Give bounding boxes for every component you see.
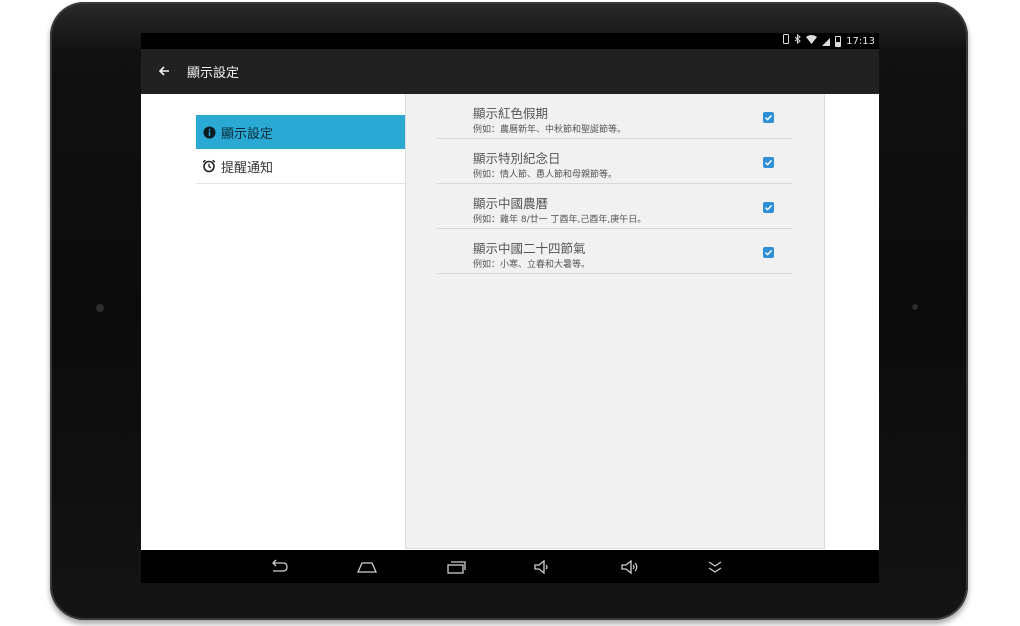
page-title: 顯示設定 bbox=[187, 66, 240, 81]
back-arrow-icon bbox=[158, 66, 169, 76]
pref-title: 顯示中國二十四節氣 bbox=[473, 241, 586, 256]
nav-back-button[interactable] bbox=[266, 556, 292, 578]
volume-up-icon bbox=[621, 559, 638, 575]
checkbox-checked[interactable] bbox=[763, 202, 774, 213]
nav-recents-button[interactable] bbox=[442, 556, 468, 578]
pref-title: 顯示中國農曆 bbox=[473, 196, 549, 211]
pref-show-solar-terms[interactable]: 顯示中國二十四節氣 例如：小寒、立春和大暑等。 bbox=[437, 229, 792, 274]
wifi-icon bbox=[806, 34, 818, 49]
pref-show-red-holidays[interactable]: 顯示紅色假期 例如：農曆新年、中秋節和聖誕節等。 bbox=[437, 94, 792, 139]
check-icon bbox=[765, 249, 773, 256]
navigation-bar bbox=[141, 550, 879, 583]
recents-icon bbox=[447, 561, 466, 574]
bluetooth-icon bbox=[794, 33, 801, 49]
back-arrow-button[interactable] bbox=[153, 59, 177, 83]
checkbox-checked[interactable] bbox=[763, 157, 774, 168]
info-icon bbox=[201, 124, 217, 140]
volume-down-button[interactable] bbox=[529, 556, 555, 578]
sidebar-item-label: 顯示設定 bbox=[221, 126, 274, 142]
pref-summary: 例如：農曆新年、中秋節和聖誕節等。 bbox=[473, 125, 627, 135]
sensor bbox=[912, 304, 918, 310]
pref-summary: 例如：雞年 8/廿一 丁酉年,己酉年,庚午日。 bbox=[473, 215, 647, 225]
nav-home-button[interactable] bbox=[354, 556, 380, 578]
sidebar-item-label: 提醒通知 bbox=[221, 160, 274, 176]
back-icon bbox=[272, 559, 288, 572]
nav-collapse-button[interactable] bbox=[702, 556, 728, 578]
check-icon bbox=[765, 159, 773, 166]
volume-down-icon bbox=[534, 559, 548, 575]
preferences-list: 顯示紅色假期 例如：農曆新年、中秋節和聖誕節等。 顯示特別紀念日 例如：情人節、… bbox=[437, 94, 792, 274]
battery-icon bbox=[835, 36, 842, 47]
sidebar-item-display-settings[interactable]: 顯示設定 bbox=[196, 115, 406, 149]
checkbox-checked[interactable] bbox=[763, 247, 774, 258]
pref-title: 顯示紅色假期 bbox=[473, 106, 549, 121]
pref-summary: 例如：情人節、愚人節和母親節等。 bbox=[473, 170, 618, 180]
pref-show-special-days[interactable]: 顯示特別紀念日 例如：情人節、愚人節和母親節等。 bbox=[437, 139, 792, 184]
settings-sidebar: 顯示設定 提醒通知 bbox=[196, 115, 406, 184]
pref-summary: 例如：小寒、立春和大暑等。 bbox=[473, 260, 591, 270]
home-icon bbox=[356, 562, 378, 573]
pref-title: 顯示特別紀念日 bbox=[473, 151, 561, 166]
check-icon bbox=[765, 114, 773, 121]
collapse-icon bbox=[708, 561, 722, 573]
preferences-panel: 顯示紅色假期 例如：農曆新年、中秋節和聖誕節等。 顯示特別紀念日 例如：情人節、… bbox=[405, 94, 825, 549]
signal-icon bbox=[822, 37, 831, 46]
volume-up-button[interactable] bbox=[617, 556, 643, 578]
screen: 17:13 顯示設定 顯示設定 提醒通知 顯示紅色假期 例如：農曆新年、中秋節和… bbox=[141, 33, 879, 583]
check-icon bbox=[765, 204, 773, 211]
status-bar: 17:13 bbox=[141, 33, 879, 49]
front-camera bbox=[96, 304, 104, 312]
vibrate-icon bbox=[783, 34, 790, 49]
status-time: 17:13 bbox=[846, 35, 875, 47]
app-bar: 顯示設定 bbox=[141, 49, 879, 94]
alarm-clock-icon bbox=[201, 158, 217, 174]
checkbox-checked[interactable] bbox=[763, 112, 774, 123]
sidebar-item-notifications[interactable]: 提醒通知 bbox=[196, 149, 406, 184]
settings-content: 顯示設定 提醒通知 顯示紅色假期 例如：農曆新年、中秋節和聖誕節等。 顯示特別紀… bbox=[141, 94, 879, 550]
pref-show-lunar-calendar[interactable]: 顯示中國農曆 例如：雞年 8/廿一 丁酉年,己酉年,庚午日。 bbox=[437, 184, 792, 229]
